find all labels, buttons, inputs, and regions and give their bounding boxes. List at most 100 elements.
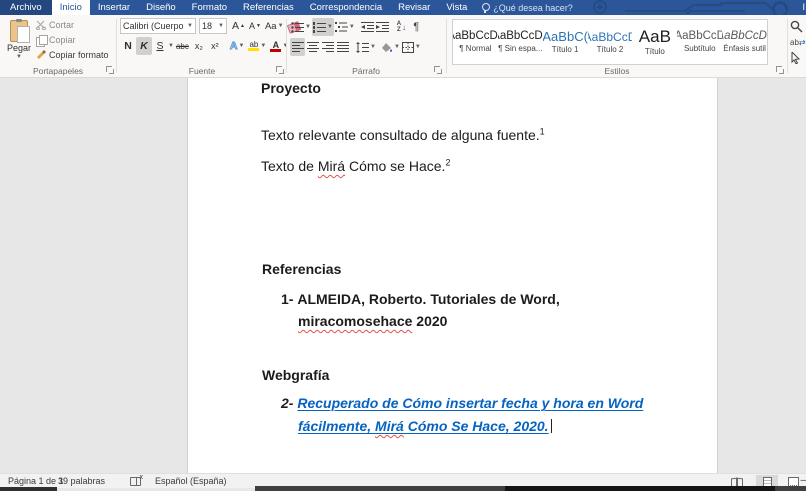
change-case-button[interactable]: Aa▼ <box>263 17 286 35</box>
decrease-indent-icon <box>361 22 374 33</box>
strikethrough-button[interactable]: abc <box>174 37 191 55</box>
sort-button[interactable]: AZ ↓ <box>394 18 409 36</box>
bottom-strip-right <box>775 486 806 491</box>
align-right-button[interactable] <box>320 38 335 56</box>
align-center-button[interactable] <box>305 38 320 56</box>
doc-paragraph-1-text: Texto relevante consultado de alguna fue… <box>261 127 540 143</box>
shrink-font-button[interactable]: A▼ <box>247 17 263 35</box>
tab-revisar[interactable]: Revisar <box>390 0 438 15</box>
style-subtitulo[interactable]: AaBbCcD Subtítulo <box>677 20 722 64</box>
underline-button[interactable]: S <box>152 37 168 55</box>
group-label-portapapeles: Portapapeles <box>0 66 116 76</box>
style-titulo-2[interactable]: AaBbCcD Título 2 <box>588 20 633 64</box>
paint-bucket-icon <box>381 42 393 53</box>
misspelled-word-miracomosehace: miracomosehace <box>298 313 412 329</box>
copy-label: Copiar <box>49 35 76 45</box>
sign-in-label[interactable]: I <box>802 0 806 15</box>
increase-indent-button[interactable] <box>375 18 390 36</box>
tab-formato[interactable]: Formato <box>184 0 235 15</box>
style-subtitulo-label: Subtítulo <box>684 44 716 53</box>
highlight-icon: ab <box>248 41 259 51</box>
tab-correspondencia[interactable]: Correspondencia <box>302 0 390 15</box>
tell-me-box[interactable]: ¿Qué desea hacer? <box>475 0 579 15</box>
show-marks-button[interactable]: ¶ <box>409 18 424 36</box>
bold-button[interactable]: N <box>120 37 136 55</box>
tell-me-label: ¿Qué desea hacer? <box>493 3 573 13</box>
group-parrafo: ▼ ▼ ▼ AZ <box>288 15 444 77</box>
group-label-fuente: Fuente <box>118 66 286 76</box>
copy-button[interactable]: Copiar <box>36 34 109 46</box>
group-portapapeles: Pegar ▼ Cortar Copiar Copiar formato Por… <box>0 15 116 77</box>
tab-vista[interactable]: Vista <box>438 0 475 15</box>
cut-label: Cortar <box>49 20 74 30</box>
grow-font-button[interactable]: A▲ <box>230 17 247 35</box>
style-titulo-1-label: Título 1 <box>552 45 579 54</box>
select-icon[interactable] <box>790 52 801 64</box>
numbering-button[interactable]: ▼ <box>312 18 334 36</box>
document-page[interactable]: Proyecto Texto relevante consultado de a… <box>187 78 718 473</box>
superscript-button[interactable]: x² <box>207 37 223 55</box>
paste-dropdown-caret[interactable]: ▼ <box>16 54 22 60</box>
footnote-ref-2[interactable]: 2 <box>445 157 450 167</box>
fuente-dialog-launcher[interactable] <box>276 66 284 74</box>
ref1-text: ALMEIDA, Roberto. Tutoriales de Word, <box>297 291 559 307</box>
italic-button[interactable]: K <box>136 37 152 55</box>
doc-ref1-line2: miracomosehace 2020 <box>298 313 447 329</box>
doc-paragraph-2-post: Cómo se Hace. <box>345 158 445 174</box>
font-size-combobox[interactable]: 18 ▼ <box>199 18 227 34</box>
copy-icon <box>36 35 46 45</box>
doc-paragraph-2-pre: Texto de <box>261 158 318 174</box>
decrease-indent-button[interactable] <box>360 18 375 36</box>
hyperlink-line2[interactable]: fácilmente, Mirá Cómo Se Hace, 2020. <box>298 418 549 434</box>
increase-indent-icon <box>376 22 389 33</box>
style-titulo-2-preview: AaBbCcD <box>588 31 633 43</box>
bullets-button[interactable]: ▼ <box>290 18 312 36</box>
style-subtitulo-preview: AaBbCcD <box>677 31 722 43</box>
style-titulo[interactable]: AaB Título <box>632 20 677 64</box>
subscript-button[interactable]: x₂ <box>191 37 207 55</box>
borders-icon <box>402 42 414 53</box>
font-family-combobox[interactable]: Calibri (Cuerpo ▼ <box>120 18 196 34</box>
cut-button[interactable]: Cortar <box>36 19 109 31</box>
word-count-status[interactable]: 39 palabras <box>58 474 105 488</box>
footnote-ref-1[interactable]: 1 <box>540 126 545 136</box>
text-cursor <box>551 419 552 433</box>
style-enfasis-sutil[interactable]: AaBbCcDc Énfasis sutil <box>722 20 767 64</box>
format-painter-button[interactable]: Copiar formato <box>36 49 109 61</box>
paste-label: Pegar <box>7 43 31 53</box>
style-sin-espaciado[interactable]: AaBbCcDc ¶ Sin espa... <box>498 20 543 64</box>
document-canvas[interactable]: Proyecto Texto relevante consultado de a… <box>0 78 806 473</box>
proofing-errors-icon[interactable] <box>130 477 141 486</box>
tab-diseno[interactable]: Diseño <box>138 0 184 15</box>
text-effects-button[interactable]: A▼ <box>228 37 247 55</box>
group-edicion: ab⇄ <box>790 20 806 64</box>
portapapeles-dialog-launcher[interactable] <box>106 66 114 74</box>
language-status[interactable]: Español (España) <box>155 474 227 488</box>
doc-ref2-line2: fácilmente, Mirá Cómo Se Hace, 2020. <box>298 418 552 434</box>
tab-insertar[interactable]: Insertar <box>90 0 138 15</box>
justify-button[interactable] <box>335 38 350 56</box>
align-left-icon <box>292 42 304 53</box>
estilos-dialog-launcher[interactable] <box>776 66 784 74</box>
multilevel-list-button[interactable]: ▼ <box>334 18 356 36</box>
style-titulo-1[interactable]: AaBbC( Título 1 <box>543 20 588 64</box>
find-icon[interactable] <box>790 20 803 33</box>
hyperlink-line2-post: Cómo Se Hace, 2020. <box>404 418 549 434</box>
parrafo-dialog-launcher[interactable] <box>434 66 442 74</box>
paste-button[interactable]: Pegar ▼ <box>4 18 34 72</box>
line-spacing-button[interactable]: ▼ <box>355 38 377 56</box>
tab-referencias[interactable]: Referencias <box>235 0 302 15</box>
print-layout-icon <box>763 477 772 487</box>
group-label-estilos: Estilos <box>448 66 786 76</box>
align-left-button[interactable] <box>290 38 305 56</box>
tab-inicio[interactable]: Inicio <box>52 0 90 15</box>
tab-archivo[interactable]: Archivo <box>0 0 52 15</box>
borders-button[interactable]: ▼ <box>401 38 422 56</box>
style-normal[interactable]: AaBbCcDc ¶ Normal <box>453 20 498 64</box>
page-count-status[interactable]: Página 1 de 1 <box>8 474 64 488</box>
titlebar-decor-pattern <box>570 0 800 15</box>
highlight-button[interactable]: ab ▼ <box>246 37 268 55</box>
hyperlink-line1[interactable]: Recuperado de Cómo insertar fecha y hora… <box>297 395 643 411</box>
replace-icon[interactable]: ab⇄ <box>790 38 806 47</box>
shading-button[interactable]: ▼ <box>380 38 401 56</box>
